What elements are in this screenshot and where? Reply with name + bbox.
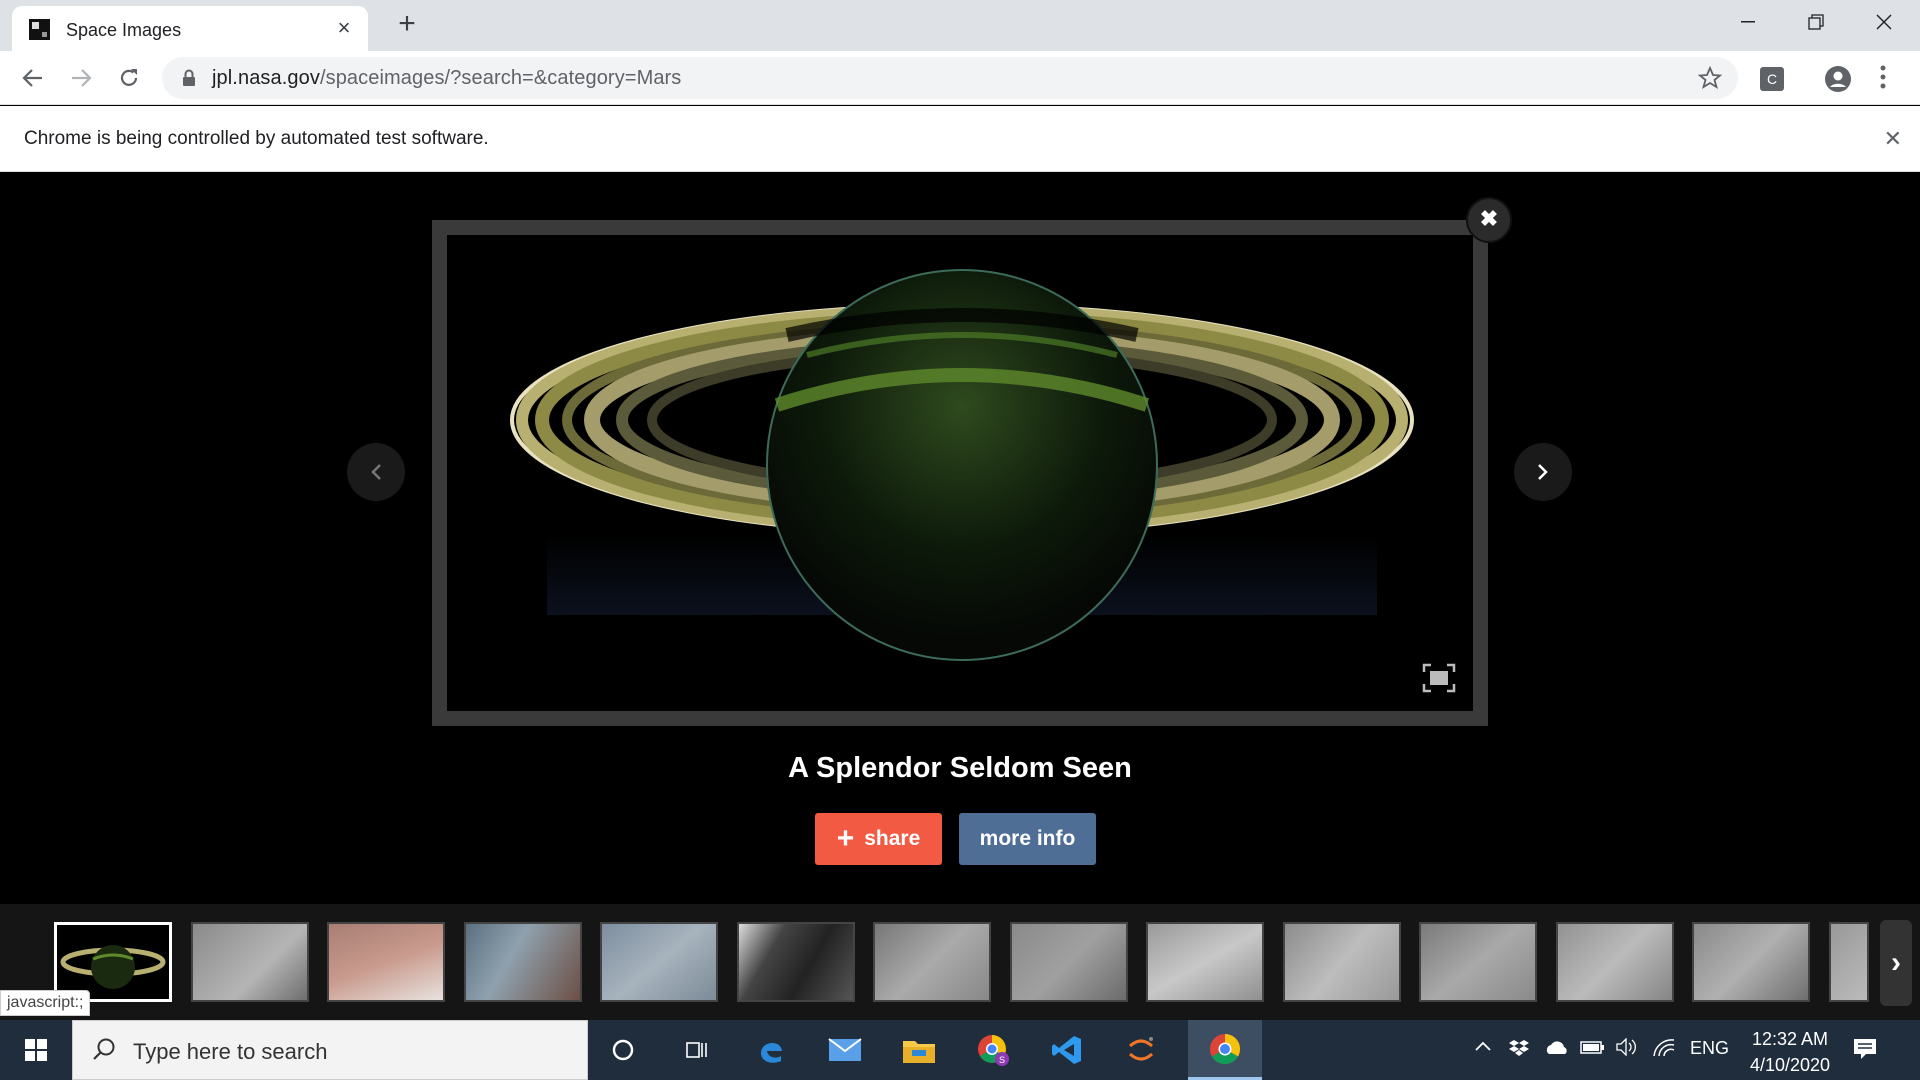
image-viewer-page: ✖ A Splendor Seldom Seen + share more in…	[0, 172, 1920, 1020]
thumbnail-next-button[interactable]: ›	[1880, 920, 1912, 1006]
chrome-icon[interactable]	[1188, 1020, 1262, 1080]
thumbnail-mars-channels[interactable]	[1146, 922, 1264, 1002]
thumbnail-mars-plains[interactable]	[1556, 922, 1674, 1002]
close-window-button[interactable]	[1850, 0, 1918, 44]
edge-icon[interactable]	[734, 1020, 808, 1080]
mail-icon[interactable]	[808, 1020, 882, 1080]
file-explorer-icon[interactable]	[882, 1020, 956, 1080]
minimize-button[interactable]	[1714, 0, 1782, 44]
url-text: jpl.nasa.gov/spaceimages/?search=&catego…	[212, 67, 681, 90]
status-bar-url: javascript:;	[0, 990, 91, 1016]
chevron-right-icon: ›	[1891, 946, 1901, 979]
thumbnail-mars-hills[interactable]	[1419, 922, 1537, 1002]
saturn-image	[447, 235, 1473, 711]
tab-strip: Space Images × +	[0, 0, 1920, 51]
tab-close-icon[interactable]: ×	[332, 16, 356, 40]
thumbnail-mars-blue-rocks[interactable]	[600, 922, 718, 1002]
thumbnail-mars-gray-terrain[interactable]	[191, 922, 309, 1002]
next-image-button[interactable]	[1514, 443, 1572, 501]
vscode-icon[interactable]	[1030, 1020, 1104, 1080]
thumbnail-mars-dark-patch[interactable]	[737, 922, 855, 1002]
volume-icon[interactable]	[1616, 1038, 1640, 1056]
share-label: share	[864, 827, 921, 850]
fullscreen-icon[interactable]	[1422, 663, 1456, 693]
onedrive-icon[interactable]	[1544, 1038, 1570, 1056]
bookmark-star-icon[interactable]	[1698, 66, 1722, 90]
chevron-left-icon	[371, 464, 381, 480]
browser-tab[interactable]: Space Images ×	[12, 6, 368, 51]
forward-button[interactable]	[62, 59, 100, 97]
windows-logo-icon	[25, 1039, 47, 1061]
thumbnail-mars-ridges[interactable]	[873, 922, 991, 1002]
chrome-profile-icon[interactable]: S	[956, 1020, 1030, 1080]
infobar-text: Chrome is being controlled by automated …	[24, 128, 489, 149]
profile-icon[interactable]	[1824, 65, 1852, 93]
language-indicator[interactable]: ENG	[1690, 1038, 1729, 1059]
image-title: A Splendor Seldom Seen	[788, 752, 1132, 784]
svg-text:S: S	[999, 1055, 1005, 1065]
windows-taskbar: Type here to search S ENG 12:32 AM 4/10/…	[0, 1020, 1920, 1080]
thumbnail-mars-flow[interactable]	[1283, 922, 1401, 1002]
task-view-icon[interactable]	[660, 1020, 734, 1080]
taskbar-search-box[interactable]: Type here to search	[72, 1020, 588, 1080]
system-clock[interactable]: 12:32 AM 4/10/2020	[1740, 1026, 1840, 1078]
dropbox-icon[interactable]	[1508, 1038, 1530, 1058]
cortana-icon[interactable]	[586, 1020, 660, 1080]
thumbnail-strip: ›	[0, 904, 1920, 1020]
new-tab-button[interactable]: +	[392, 9, 422, 40]
back-button[interactable]	[14, 59, 52, 97]
lock-icon	[183, 69, 195, 86]
favicon-icon	[29, 19, 50, 40]
tab-title: Space Images	[66, 20, 182, 40]
wifi-icon[interactable]	[1652, 1038, 1676, 1058]
url-path: /spaceimages/?search=&category=Mars	[319, 67, 682, 89]
thumbnail-mars-fractures[interactable]	[1692, 922, 1810, 1002]
extension-icon[interactable]: C	[1760, 67, 1784, 91]
chevron-up-icon[interactable]	[1474, 1038, 1492, 1056]
thumbnail-mars-pink-frost[interactable]	[327, 922, 445, 1002]
thumbnail-mars-crater[interactable]	[1010, 922, 1128, 1002]
thumbnail-mars-blue-dunes[interactable]	[464, 922, 582, 1002]
chevron-right-icon	[1538, 464, 1548, 480]
address-bar[interactable]: jpl.nasa.gov/spaceimages/?search=&catego…	[162, 57, 1738, 99]
thumbnail-mars-partial[interactable]	[1829, 922, 1869, 1002]
share-button[interactable]: + share	[815, 813, 942, 865]
infobar-close-icon[interactable]: ✕	[1884, 126, 1902, 152]
restore-button[interactable]	[1782, 0, 1850, 44]
kebab-menu-icon[interactable]	[1878, 63, 1888, 93]
start-button[interactable]	[0, 1020, 72, 1080]
browser-toolbar: jpl.nasa.gov/spaceimages/?search=&catego…	[0, 51, 1920, 105]
clock-time: 12:32 AM	[1751, 1029, 1829, 1049]
url-domain: jpl.nasa.gov	[212, 67, 320, 89]
close-icon: ✖	[1479, 206, 1499, 231]
notification-icon[interactable]	[1852, 1036, 1878, 1062]
jupyter-icon[interactable]	[1104, 1020, 1178, 1080]
automation-infobar: Chrome is being controlled by automated …	[0, 106, 1920, 172]
more-info-label: more info	[979, 827, 1076, 850]
search-placeholder: Type here to search	[133, 1039, 328, 1064]
close-viewer-button[interactable]: ✖	[1466, 197, 1512, 243]
more-info-button[interactable]: more info	[959, 813, 1096, 865]
previous-image-button[interactable]	[347, 443, 405, 501]
plus-icon: +	[836, 822, 855, 855]
battery-icon[interactable]	[1580, 1038, 1606, 1056]
reload-button[interactable]	[110, 59, 148, 97]
clock-date: 4/10/2020	[1749, 1055, 1831, 1075]
search-icon	[93, 1038, 115, 1060]
